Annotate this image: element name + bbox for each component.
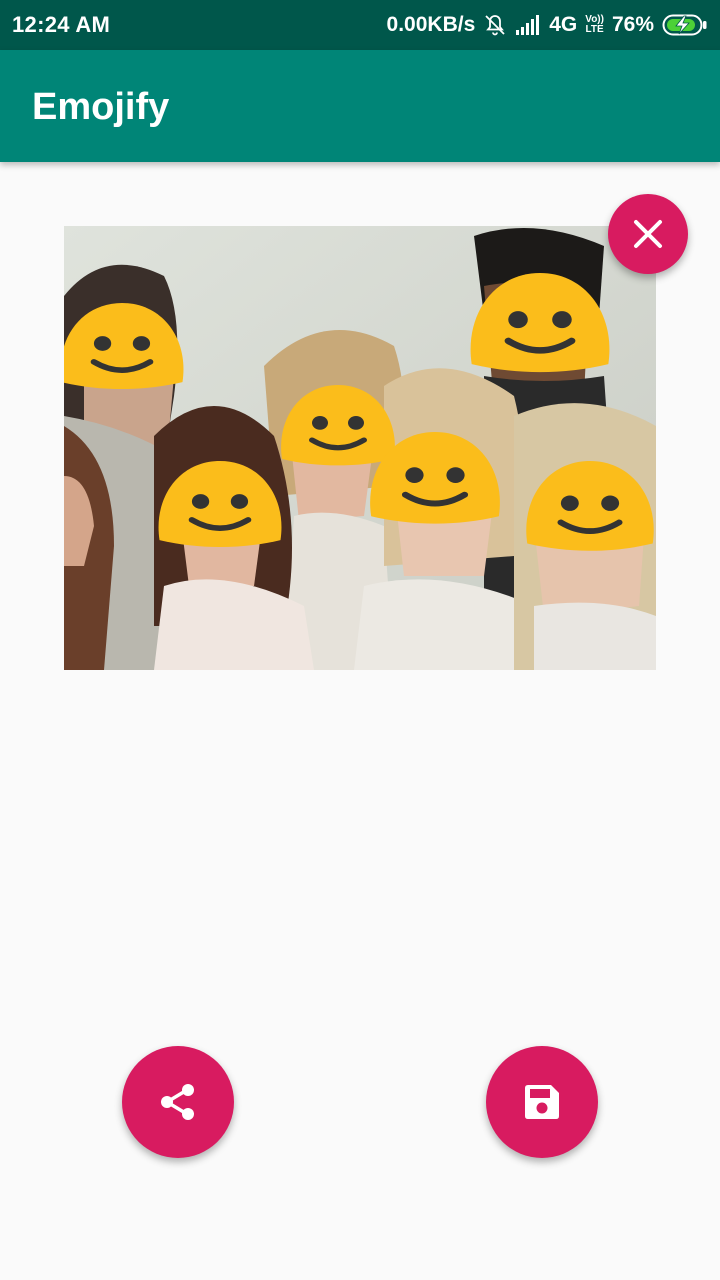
save-button[interactable] — [486, 1046, 598, 1158]
emojified-photo — [64, 226, 656, 670]
share-icon — [157, 1081, 199, 1123]
network-speed: 0.00KB/s — [386, 13, 476, 36]
volte-indicator: Vo)) LTE — [585, 15, 604, 35]
app-title: Emojify — [32, 86, 170, 128]
close-icon — [631, 217, 665, 251]
battery-charging-icon — [662, 13, 708, 37]
battery-percent: 76% — [611, 13, 654, 36]
status-bar: 12:24 AM 0.00KB/s 4G Vo)) LTE 76% — [0, 0, 720, 50]
save-icon — [522, 1082, 562, 1122]
signal-icon — [515, 14, 541, 36]
status-time: 12:24 AM — [12, 12, 111, 37]
status-indicators: 0.00KB/s 4G Vo)) LTE 76% — [387, 10, 708, 40]
share-button[interactable] — [122, 1046, 234, 1158]
network-type: 4G — [549, 13, 578, 36]
clear-image-button[interactable] — [608, 194, 688, 274]
app-bar: Emojify — [0, 50, 720, 162]
bell-off-icon — [483, 13, 507, 37]
volte-line2: LTE — [585, 24, 604, 35]
